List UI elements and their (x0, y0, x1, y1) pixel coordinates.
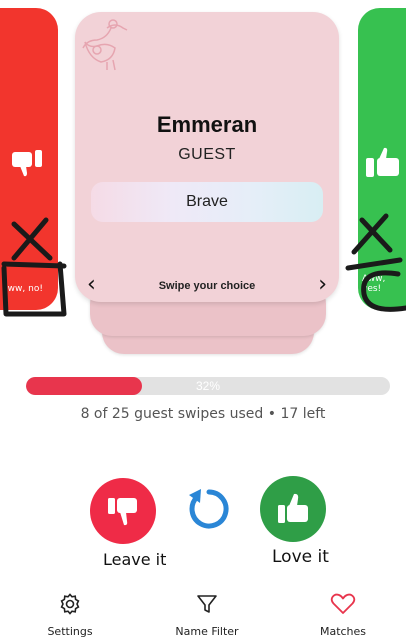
swipe-hint: Swipe your choice (158, 280, 256, 292)
love-it-button[interactable] (260, 476, 326, 542)
nav-name-filter[interactable]: Name Filter (157, 592, 257, 638)
stork-icon (82, 19, 128, 71)
nav-matches[interactable]: Matches (293, 592, 393, 638)
leave-it-label: Leave it (103, 550, 167, 569)
accept-panel[interactable]: Aww, yes! (358, 8, 406, 310)
leave-it-button[interactable] (90, 478, 156, 544)
nav-settings[interactable]: Settings (20, 592, 120, 638)
trait-pill: Brave (91, 182, 323, 222)
card-name: Emmeran (156, 112, 258, 137)
progress-percent: 32% (195, 379, 221, 393)
heart-icon (330, 593, 356, 614)
thumbs-down-icon (12, 150, 42, 177)
filter-icon (197, 595, 217, 613)
nav-settings-label: Settings (47, 625, 93, 638)
nav-name-filter-label: Name Filter (175, 625, 239, 638)
thumbs-up-icon (278, 493, 308, 523)
reject-panel[interactable]: Eww, no! (0, 8, 58, 310)
card-role: GUEST (178, 146, 236, 163)
gear-icon (60, 593, 80, 615)
swipe-progress-bar: 32% (26, 377, 390, 395)
reject-label: Eww, no! (2, 284, 43, 294)
undo-button[interactable] (182, 484, 232, 534)
accept-label: Aww, yes! (362, 274, 386, 294)
name-card[interactable]: Emmeran GUEST Brave ‹ › Swipe your choic… (75, 12, 339, 302)
nav-matches-label: Matches (319, 625, 367, 638)
usage-text: 8 of 25 guest swipes used • 17 left (80, 406, 326, 422)
thumbs-up-icon (366, 147, 399, 177)
love-it-label: Love it (272, 547, 329, 567)
undo-icon (189, 489, 229, 529)
thumbs-down-icon (108, 498, 137, 526)
